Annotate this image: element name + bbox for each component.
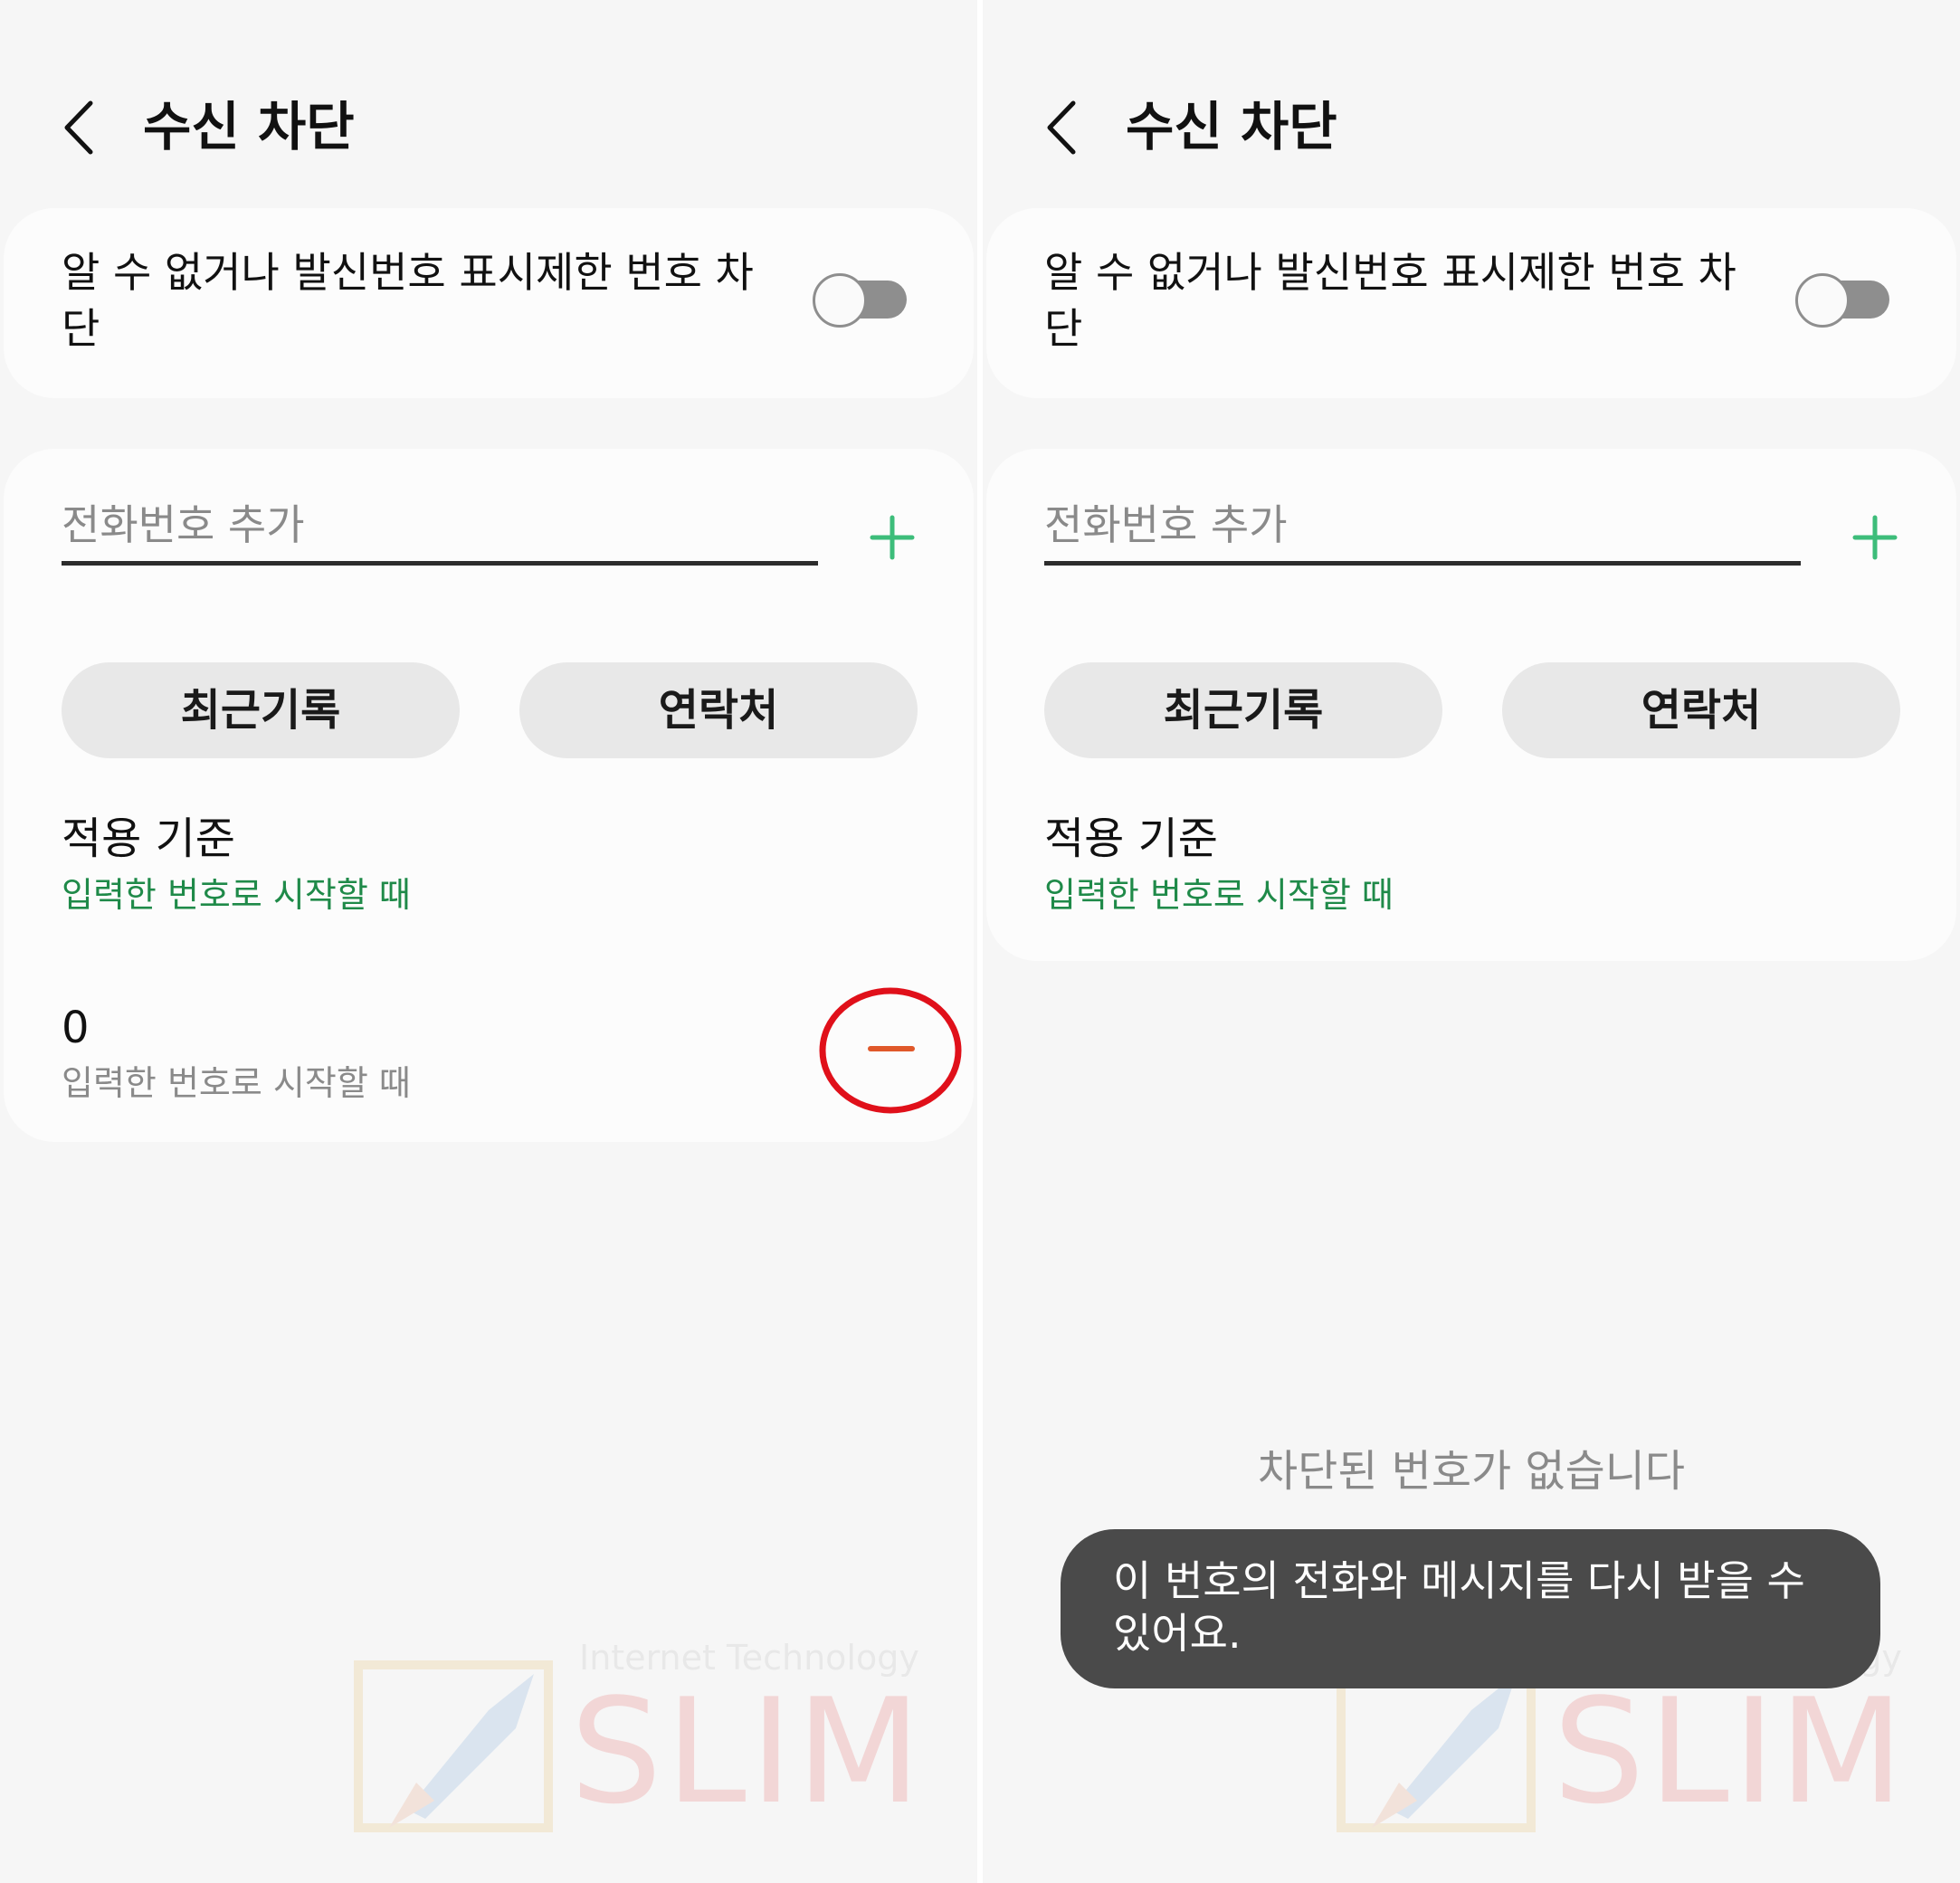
criteria-title[interactable]: 적용 기준 [62, 809, 235, 869]
watermark: Internet Technology SLIM [353, 1638, 950, 1837]
criteria-value[interactable]: 입력한 번호로 시작할 때 [62, 872, 411, 918]
chevron-left-icon [64, 100, 93, 155]
blocked-number: 0 [62, 1003, 90, 1053]
blocked-number-rule: 입력한 번호로 시작할 때 [62, 1063, 411, 1103]
phone-number-input[interactable] [1044, 489, 1801, 566]
page-title: 수신 차단 [143, 96, 355, 157]
contacts-button[interactable]: 연락처 [1502, 662, 1900, 758]
toggle-knob [813, 273, 867, 328]
rocket-logo-icon [354, 1660, 553, 1832]
remove-number-button[interactable] [818, 986, 963, 1115]
back-button[interactable] [1037, 96, 1091, 159]
contacts-button[interactable]: 연락처 [519, 662, 918, 758]
unknown-number-setting[interactable]: 알 수 없거나 발신번호 표시제한 번호 차단 [4, 208, 974, 398]
app-bar: 수신 차단 [983, 90, 1960, 163]
unknown-number-label: 알 수 없거나 발신번호 표시제한 번호 차단 [1044, 248, 1736, 353]
recent-log-button[interactable]: 최근기록 [62, 662, 460, 758]
unknown-number-setting[interactable]: 알 수 없거나 발신번호 표시제한 번호 차단 [986, 208, 1956, 398]
watermark-brand: SLIM [1553, 1667, 1908, 1836]
empty-list-message: 차단된 번호가 없습니다 [1257, 1446, 1686, 1497]
criteria-value[interactable]: 입력한 번호로 시작할 때 [1044, 872, 1394, 918]
add-number-button[interactable] [1850, 512, 1900, 563]
plus-icon [870, 515, 915, 560]
block-number-card: 최근기록 연락처 적용 기준 입력한 번호로 시작할 때 [986, 449, 1956, 961]
watermark-brand: SLIM [570, 1667, 925, 1836]
toggle-knob [1795, 273, 1850, 328]
toast-text: 이 번호의 전화와 메시지를 다시 받을 수 있어요. [1113, 1556, 1805, 1658]
app-bar: 수신 차단 [0, 90, 977, 163]
back-button[interactable] [54, 96, 109, 159]
unknown-number-label: 알 수 없거나 발신번호 표시제한 번호 차단 [62, 248, 754, 353]
recent-log-button[interactable]: 최근기록 [1044, 662, 1442, 758]
chevron-left-icon [1047, 100, 1076, 155]
plus-icon [1852, 515, 1898, 560]
block-number-card: 최근기록 연락처 적용 기준 입력한 번호로 시작할 때 0 입력한 번호로 시… [4, 449, 974, 1142]
block-unknown-toggle[interactable] [1795, 273, 1889, 328]
block-unknown-toggle[interactable] [813, 273, 907, 328]
phone-number-input[interactable] [62, 489, 818, 566]
add-number-button[interactable] [867, 512, 918, 563]
criteria-title[interactable]: 적용 기준 [1044, 809, 1218, 869]
left-screen: 수신 차단 알 수 없거나 발신번호 표시제한 번호 차단 최근기록 연락처 적… [0, 0, 977, 1883]
toast-message: 이 번호의 전화와 메시지를 다시 받을 수 있어요. [1061, 1529, 1880, 1688]
right-screen: 수신 차단 알 수 없거나 발신번호 표시제한 번호 차단 최근기록 연락처 적… [983, 0, 1960, 1883]
page-title: 수신 차단 [1126, 96, 1337, 157]
